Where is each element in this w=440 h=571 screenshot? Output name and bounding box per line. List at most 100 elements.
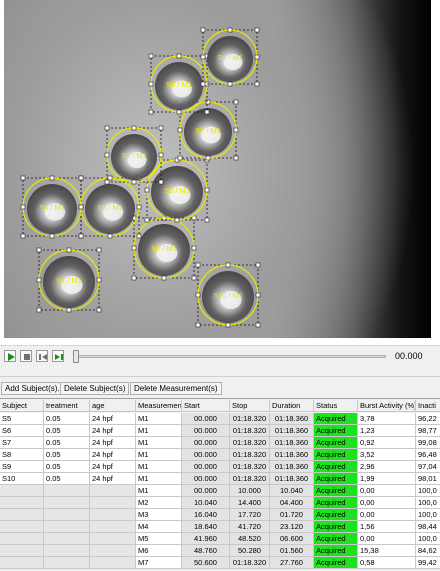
table-row[interactable]: S9 0.05 24 hpf M1 00.000 01:18.320 01:18.360 Ac… [0,461,440,473]
table-cell-inact[interactable]: 100,0 [416,533,440,545]
table-row[interactable]: S7 0.05 24 hpf M1 00.000 01:18.320 01:18.360 Ac… [0,437,440,449]
arena-region[interactable]: S8 / M1 [148,53,210,115]
table-cell-subject[interactable]: S9 [0,461,44,473]
table-row[interactable]: M4 18.640 41.720 23.120 Acquired 1,56 98,44 [0,521,440,533]
resize-handle[interactable] [191,245,197,251]
table-cell-inact[interactable]: 96,48 [416,449,440,461]
resize-handle[interactable] [204,187,210,193]
resize-handle[interactable] [107,233,113,239]
resize-handle[interactable] [148,53,154,59]
table-row[interactable]: S5 0.05 24 hpf M1 00.000 01:18.320 01:18.360 Ac… [0,413,440,425]
table-cell-measurement[interactable]: M2 [136,497,182,509]
seek-slider-thumb[interactable] [73,350,79,363]
table-cell-burst[interactable]: 1,56 [358,521,416,533]
stop-button[interactable] [20,350,32,362]
table-cell-subject[interactable] [0,533,44,545]
table-cell-status[interactable]: Acquired [314,521,358,533]
table-cell-subject[interactable] [0,521,44,533]
resize-handle[interactable] [255,262,261,268]
table-cell-inact[interactable]: 97,04 [416,461,440,473]
table-cell-burst[interactable]: 0,00 [358,533,416,545]
table-cell-inact[interactable]: 98,44 [416,521,440,533]
table-cell-age[interactable]: 24 hpf [90,413,136,425]
table-cell-age[interactable]: 24 hpf [90,461,136,473]
table-cell-subject[interactable] [0,545,44,557]
table-cell-inact[interactable]: 84,62 [416,545,440,557]
table-cell-subject[interactable] [0,485,44,497]
resize-handle[interactable] [200,54,206,60]
resize-handle[interactable] [254,81,260,87]
table-cell-treatment[interactable] [44,533,90,545]
resize-handle[interactable] [49,175,55,181]
resize-handle[interactable] [36,277,42,283]
table-row[interactable]: M6 48.760 50.280 01.560 Acquired 15,38 84,62 [0,545,440,557]
table-cell-treatment[interactable] [44,485,90,497]
step-forward-button[interactable] [52,350,64,362]
delete-subjects-button[interactable]: Delete Subject(s) [60,382,130,395]
table-cell-burst[interactable]: 0,00 [358,509,416,521]
table-cell-age[interactable] [90,533,136,545]
column-header[interactable]: treatment [44,400,90,412]
resize-handle[interactable] [195,292,201,298]
table-cell-age[interactable]: 24 hpf [90,449,136,461]
resize-handle[interactable] [158,179,164,185]
resize-handle[interactable] [225,262,231,268]
table-cell-burst[interactable]: 3,78 [358,413,416,425]
resize-handle[interactable] [96,307,102,313]
resize-handle[interactable] [205,155,211,161]
table-cell-inact[interactable]: 98,01 [416,473,440,485]
table-cell-measurement[interactable]: M1 [136,449,182,461]
table-cell-subject[interactable]: S8 [0,449,44,461]
arena-region[interactable]: S2 / M1 [131,215,197,281]
table-cell-treatment[interactable] [44,557,90,569]
table-cell-age[interactable] [90,485,136,497]
table-cell-subject[interactable]: S6 [0,425,44,437]
table-cell-treatment[interactable]: 0.05 [44,437,90,449]
resize-handle[interactable] [104,179,110,185]
table-cell-status[interactable]: Acquired [314,473,358,485]
resize-handle[interactable] [136,204,142,210]
table-cell-status[interactable]: Acquired [314,557,358,569]
video-frame[interactable]: S1 / M1 S2 / M1 S3 / M1 S4 / M1 S5 / M1 S6 / … [4,0,431,338]
resize-handle[interactable] [176,109,182,115]
table-cell-burst[interactable]: 0,92 [358,437,416,449]
resize-handle[interactable] [20,204,26,210]
table-cell-measurement[interactable]: M3 [136,509,182,521]
resize-handle[interactable] [204,109,210,115]
table-cell-burst[interactable]: 1,23 [358,425,416,437]
resize-handle[interactable] [255,292,261,298]
table-row[interactable]: S8 0.05 24 hpf M1 00.000 01:18.320 01:18.360 Ac… [0,449,440,461]
table-cell-measurement[interactable]: M1 [136,485,182,497]
table-cell-treatment[interactable]: 0.05 [44,413,90,425]
table-cell-burst[interactable]: 2,96 [358,461,416,473]
column-header[interactable]: Duration [270,400,314,412]
table-cell-measurement[interactable]: M1 [136,473,182,485]
resize-handle[interactable] [227,81,233,87]
table-cell-inact[interactable]: 100,0 [416,485,440,497]
column-header[interactable]: Subject [0,400,44,412]
table-cell-status[interactable]: Acquired [314,509,358,521]
table-cell-inact[interactable]: 99,42 [416,557,440,569]
resize-handle[interactable] [233,127,239,133]
table-cell-treatment[interactable] [44,545,90,557]
resize-handle[interactable] [176,53,182,59]
table-cell-inact[interactable]: 99,08 [416,437,440,449]
resize-handle[interactable] [191,215,197,221]
resize-handle[interactable] [131,179,137,185]
table-cell-treatment[interactable] [44,509,90,521]
table-cell-age[interactable] [90,509,136,521]
resize-handle[interactable] [66,307,72,313]
table-cell-burst[interactable]: 0,00 [358,485,416,497]
column-header[interactable]: Inacti [416,400,440,412]
resize-handle[interactable] [131,125,137,131]
resize-handle[interactable] [131,275,137,281]
table-cell-measurement[interactable]: M1 [136,437,182,449]
resize-handle[interactable] [104,125,110,131]
table-cell-inact[interactable]: 96,22 [416,413,440,425]
resize-handle[interactable] [174,217,180,223]
table-cell-inact[interactable]: 98,77 [416,425,440,437]
table-row[interactable]: S10 0.05 24 hpf M1 00.000 01:18.320 01:18.360 A… [0,473,440,485]
play-button[interactable] [4,350,16,362]
table-cell-status[interactable]: Acquired [314,437,358,449]
resize-handle[interactable] [104,152,110,158]
